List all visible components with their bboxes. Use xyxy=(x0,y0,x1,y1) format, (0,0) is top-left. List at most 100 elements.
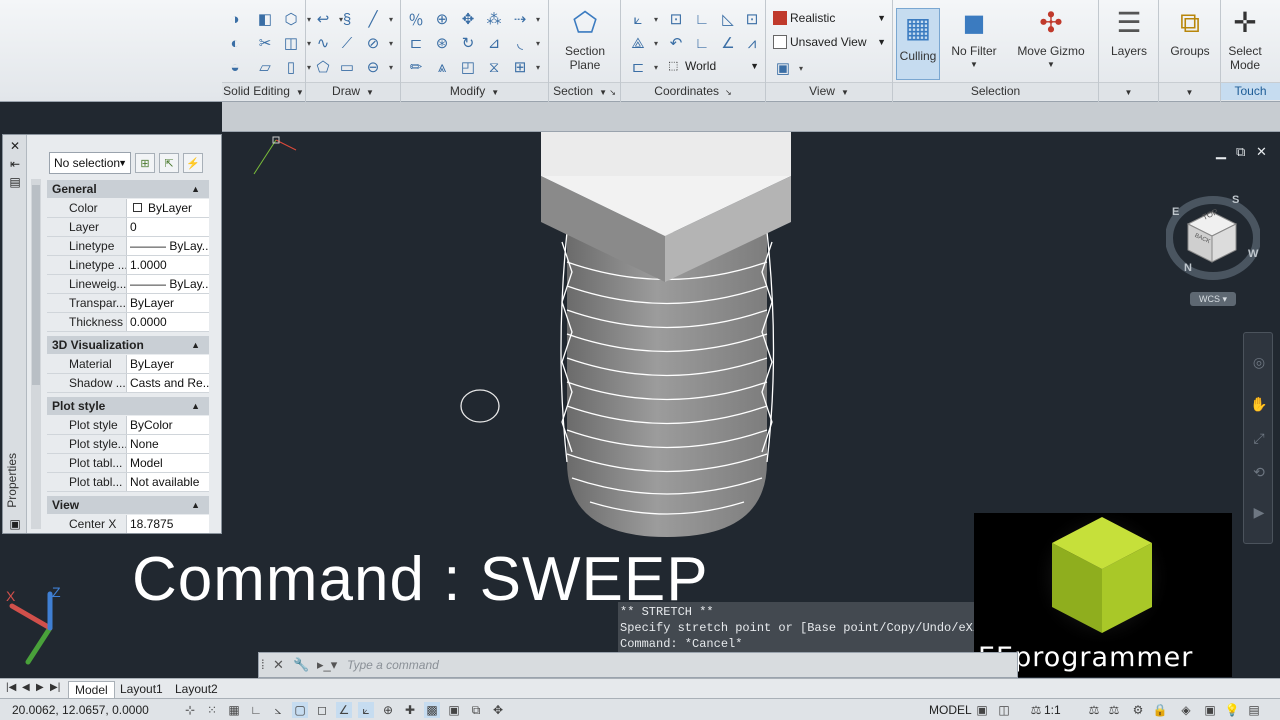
polyline-icon[interactable]: ↩ xyxy=(312,8,343,30)
object-snap-icon[interactable]: ▢ xyxy=(292,702,308,718)
offset-icon[interactable]: ⇢ xyxy=(509,8,540,30)
helix-icon[interactable]: § xyxy=(336,8,358,30)
workspace-switching-icon[interactable]: ⚙ xyxy=(1130,702,1146,718)
union-icon[interactable]: ◑ xyxy=(224,8,246,30)
property-value[interactable]: Not available xyxy=(127,473,209,491)
annotation-visibility-icon[interactable]: ⚖ xyxy=(1086,702,1102,718)
gizmo-icon[interactable]: ✥ xyxy=(490,702,506,718)
ucs-named-icon[interactable]: ⊡ xyxy=(665,8,687,30)
model-space-button[interactable]: MODEL xyxy=(929,703,972,717)
panel-title-modify[interactable]: Modify ▼ xyxy=(401,82,548,100)
panel-title-solid-editing[interactable]: Solid Editing ▼ xyxy=(222,82,305,100)
infer-constraints-icon[interactable]: ⊹ xyxy=(182,702,198,718)
quick-select-icon[interactable]: ⚡ xyxy=(183,153,203,173)
polar-tracking-icon[interactable]: ⦣ xyxy=(270,702,286,718)
selection-dropdown[interactable]: No selection ▼ xyxy=(49,152,131,174)
ortho-mode-icon[interactable]: ∟ xyxy=(248,702,264,718)
3d-align-icon[interactable]: ⩓ xyxy=(431,56,453,78)
section-3d-visualization[interactable]: 3D Visualization ▲ xyxy=(47,336,209,354)
rect-array-icon[interactable]: ⊞ xyxy=(509,56,540,78)
subtract-icon[interactable]: ◐ xyxy=(224,32,246,54)
showmotion-icon[interactable]: ▶ xyxy=(1250,503,1268,521)
compass-n-label[interactable]: N xyxy=(1184,262,1192,274)
ucs-face-icon[interactable]: ⊡ xyxy=(741,8,763,30)
property-row[interactable]: Plot tabl... Model xyxy=(47,454,209,473)
property-row[interactable]: Material ByLayer xyxy=(47,355,209,374)
groups-button[interactable]: ⧉ Groups xyxy=(1163,6,1217,59)
annotation-scale-icon[interactable]: ⚖ xyxy=(1028,702,1044,718)
ucs-object-icon[interactable]: ◺ xyxy=(717,8,739,30)
move-icon[interactable]: ✥ xyxy=(457,8,479,30)
wcs-menu[interactable]: WCS ▾ xyxy=(1190,292,1236,306)
property-row[interactable]: Transpar... ByLayer xyxy=(47,294,209,313)
tab-layout2[interactable]: Layout2 xyxy=(169,681,224,698)
selection-cycling-icon[interactable]: ⧉ xyxy=(468,702,484,718)
prev-tab-icon[interactable]: ◀ xyxy=(22,682,30,693)
ucs-combo[interactable]: ⬚ World ▼ xyxy=(665,57,763,77)
palette-menu-icon[interactable]: ▤ xyxy=(8,175,22,189)
steering-wheel-icon[interactable]: ◎ xyxy=(1250,353,1268,371)
property-row[interactable]: Layer 0 xyxy=(47,218,209,237)
property-value[interactable]: ByLayer xyxy=(127,355,209,373)
rotate-icon[interactable]: ↻ xyxy=(457,32,479,54)
ucs-z-icon[interactable]: ∠ xyxy=(717,32,739,54)
customize-icon[interactable]: 🔧 xyxy=(293,657,309,673)
property-row[interactable]: Linetype ... 1.0000 xyxy=(47,256,209,275)
spline-icon[interactable]: ∿ xyxy=(312,32,334,54)
compass-e-label[interactable]: E xyxy=(1172,206,1179,218)
property-value[interactable]: 1.0000 xyxy=(127,256,209,274)
visual-style-combo[interactable]: Realistic ▼ xyxy=(770,9,890,29)
culling-button[interactable]: ▦ Culling xyxy=(896,8,940,80)
property-row[interactable]: Plot tabl... Not available xyxy=(47,473,209,492)
stretch-icon[interactable]: ◰ xyxy=(457,56,479,78)
shell-icon[interactable]: ▯ xyxy=(280,56,311,78)
named-view-combo[interactable]: Unsaved View ▼ xyxy=(770,33,890,53)
toggle-pickadd-icon[interactable]: ⊞ xyxy=(135,153,155,173)
close-icon[interactable]: ✕ xyxy=(8,139,22,153)
lock-ui-icon[interactable]: 🔒 xyxy=(1152,702,1168,718)
imprint-icon[interactable]: ◫ xyxy=(280,32,311,54)
ucs-3point-icon[interactable]: ⩘ xyxy=(741,32,763,54)
quick-view-drawings-icon[interactable]: ◫ xyxy=(996,702,1012,718)
isolate-objects-icon[interactable]: ▣ xyxy=(1202,702,1218,718)
clean-screen-icon[interactable]: 💡 xyxy=(1224,702,1240,718)
layers-button[interactable]: ☰ Layers xyxy=(1103,6,1155,59)
property-row[interactable]: Linetype ——— ByLay... xyxy=(47,237,209,256)
ucs-world-icon[interactable]: ⟁ xyxy=(627,32,658,54)
line-icon[interactable]: ╱ xyxy=(362,8,393,30)
command-line-grip-icon[interactable]: ⁞ xyxy=(261,657,265,672)
dynamic-input-icon[interactable]: ⊕ xyxy=(380,702,396,718)
select-objects-icon[interactable]: ⇱ xyxy=(159,153,179,173)
panel-title-view[interactable]: View ▼ xyxy=(766,82,892,100)
property-value[interactable]: ——— ByLay... xyxy=(127,275,209,293)
property-value[interactable]: 0 xyxy=(127,218,209,236)
no-filter-button[interactable]: ◼ No Filter ▼ xyxy=(945,6,1003,72)
property-value[interactable]: ByLayer xyxy=(127,199,209,217)
property-row[interactable]: Center X 18.7875 xyxy=(47,515,209,533)
recent-commands-icon[interactable]: ▸_▾ xyxy=(317,657,337,673)
thicken-icon[interactable]: ▱ xyxy=(254,56,276,78)
line-3d-icon[interactable]: ⟋ xyxy=(336,32,358,54)
orbit-icon[interactable]: ⟲ xyxy=(1250,463,1268,481)
property-row[interactable]: Thickness 0.0000 xyxy=(47,313,209,332)
section-plane-button[interactable]: ⬠ Section Plane xyxy=(553,6,617,73)
separate-icon[interactable]: ⬡ xyxy=(280,8,311,30)
property-value[interactable]: Model xyxy=(127,454,209,472)
quick-view-layouts-icon[interactable]: ▣ xyxy=(974,702,990,718)
ucs-x-icon[interactable]: ∟ xyxy=(691,32,713,54)
property-value[interactable]: 0.0000 xyxy=(127,313,209,331)
fillet-icon[interactable]: ◟ xyxy=(509,32,540,54)
transparency-icon[interactable]: ▩ xyxy=(424,702,440,718)
panel-title-section[interactable]: Section ▼ ↘ xyxy=(549,82,620,100)
property-row[interactable]: Color ByLayer xyxy=(47,199,209,218)
compass-w-label[interactable]: W xyxy=(1248,248,1258,260)
cursor-coordinates[interactable]: 20.0062, 12.0657, 0.0000 xyxy=(12,703,149,717)
polygon-icon[interactable]: ⬠ xyxy=(312,56,334,78)
command-input[interactable]: Type a command xyxy=(347,658,439,672)
property-row[interactable]: Lineweig... ——— ByLay... xyxy=(47,275,209,294)
properties-scrollbar[interactable] xyxy=(31,179,41,529)
snap-mode-icon[interactable]: ⁙ xyxy=(204,702,220,718)
3d-mirror-icon[interactable]: ⧖ xyxy=(483,56,505,78)
erase-icon[interactable]: ✏ xyxy=(405,56,427,78)
zoom-extents-icon[interactable]: ⤢ xyxy=(1250,429,1268,447)
